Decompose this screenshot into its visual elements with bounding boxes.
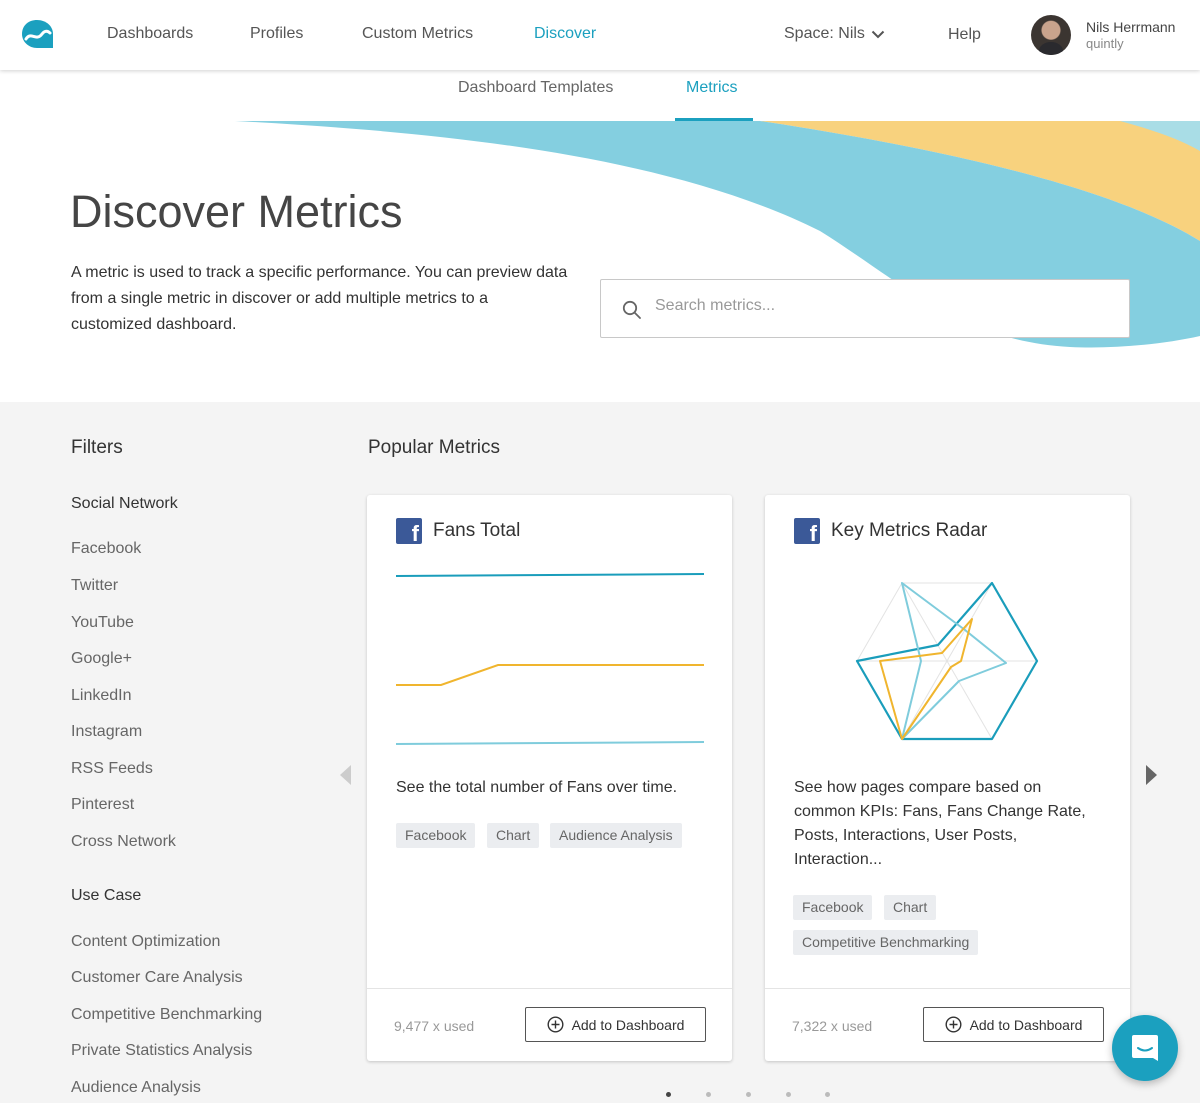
tag-audience-analysis[interactable]: Audience Analysis [550,823,682,848]
filters-title: Filters [71,437,123,458]
filter-instagram[interactable]: Instagram [71,723,142,741]
filter-google-plus[interactable]: Google+ [71,650,132,668]
carousel-dot-1[interactable] [666,1092,671,1097]
chart-series-middle [396,664,704,686]
usage-count: 9,477 x used [394,1018,475,1034]
card-header: f Key Metrics Radar [794,518,987,545]
tag-facebook[interactable]: Facebook [396,823,476,848]
facebook-icon: f [794,518,820,545]
carousel-prev-arrow-icon[interactable] [340,765,351,785]
search-box[interactable] [600,279,1130,338]
filter-private-statistics-analysis[interactable]: Private Statistics Analysis [71,1042,252,1060]
carousel-next-arrow-icon[interactable] [1146,765,1157,785]
filter-pinterest[interactable]: Pinterest [71,796,134,814]
carousel-dot-2[interactable] [706,1092,711,1097]
tag-chart[interactable]: Chart [487,823,540,848]
active-tab-indicator [675,118,753,121]
page-title: Discover Metrics [70,186,403,237]
space-selector[interactable]: Space: Nils [784,25,885,43]
plus-circle-icon [945,1016,962,1033]
metric-card-fans-total[interactable]: f Fans Total See the total number of Fan… [367,495,732,1061]
filter-youtube[interactable]: YouTube [71,614,134,632]
filter-facebook[interactable]: Facebook [71,540,141,558]
add-to-dashboard-button[interactable]: Add to Dashboard [525,1007,706,1042]
card-footer: 9,477 x used Add to Dashboard [367,988,732,1061]
nav-dashboards[interactable]: Dashboards [107,25,193,43]
card-title[interactable]: Fans Total [433,520,520,542]
carousel-dot-5[interactable] [825,1092,830,1097]
page-description: A metric is used to track a specific per… [71,264,568,333]
fans-total-line-chart [396,573,704,745]
carousel-dot-4[interactable] [786,1092,791,1097]
card-footer: 7,322 x used Add to Dashboard [765,988,1130,1061]
tab-dashboard-templates[interactable]: Dashboard Templates [458,79,613,97]
filter-linkedin[interactable]: LinkedIn [71,687,132,705]
card-header: f Fans Total [396,518,520,545]
metric-card-key-metrics-radar[interactable]: f Key Metrics Radar See how pages compar… [765,495,1130,1061]
popular-metrics-title: Popular Metrics [368,437,500,458]
quintly-logo-icon[interactable] [20,19,54,49]
filter-rss-feeds[interactable]: RSS Feeds [71,760,153,778]
filter-audience-analysis[interactable]: Audience Analysis [71,1079,201,1097]
chat-icon [1132,1035,1158,1061]
carousel-dot-3[interactable] [746,1092,751,1097]
search-input[interactable] [655,297,1115,315]
user-name[interactable]: Nils Herrmann [1086,19,1175,35]
top-navigation: Dashboards Profiles Custom Metrics Disco… [0,0,1200,70]
user-organization: quintly [1086,36,1124,51]
tab-metrics[interactable]: Metrics [686,79,738,97]
search-icon [622,300,641,319]
chart-series-top [396,573,704,577]
card-title[interactable]: Key Metrics Radar [831,520,987,542]
filter-content-optimization[interactable]: Content Optimization [71,933,220,951]
facebook-icon: f [396,518,422,545]
nav-custom-metrics[interactable]: Custom Metrics [362,25,473,43]
card-description: See how pages compare based on common KP… [794,779,1086,868]
add-to-dashboard-button[interactable]: Add to Dashboard [923,1007,1104,1042]
chevron-down-icon [871,30,885,38]
nav-profiles[interactable]: Profiles [250,25,303,43]
chart-series-bottom [396,741,704,745]
user-avatar[interactable] [1031,15,1071,55]
card-description: See the total number of Fans over time. [396,779,678,796]
filter-competitive-benchmarking[interactable]: Competitive Benchmarking [71,1006,262,1024]
filter-group-social-network: Social Network [71,495,178,512]
filter-cross-network[interactable]: Cross Network [71,833,176,851]
space-label: Space: Nils [784,25,865,42]
usage-count: 7,322 x used [792,1018,873,1034]
plus-circle-icon [547,1016,564,1033]
filter-group-use-case: Use Case [71,887,142,904]
nav-discover[interactable]: Discover [534,25,596,43]
add-to-dashboard-label: Add to Dashboard [571,1016,685,1033]
chat-button[interactable] [1112,1015,1178,1081]
tag-chart[interactable]: Chart [884,895,937,920]
tag-competitive-benchmarking[interactable]: Competitive Benchmarking [793,930,979,955]
filter-customer-care-analysis[interactable]: Customer Care Analysis [71,969,243,987]
radar-series-orange [879,618,973,740]
tag-facebook[interactable]: Facebook [793,895,873,920]
key-metrics-radar-chart [855,581,1039,741]
add-to-dashboard-label: Add to Dashboard [969,1016,1083,1033]
filter-twitter[interactable]: Twitter [71,577,118,595]
help-link[interactable]: Help [948,26,981,44]
